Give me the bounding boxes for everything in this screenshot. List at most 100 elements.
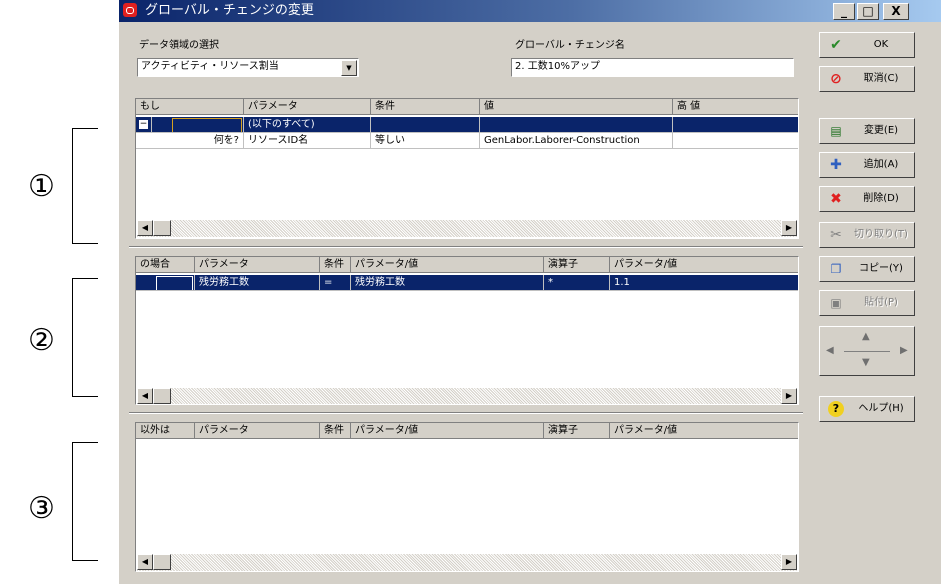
col-header-high-value[interactable]: 高 値 [673, 99, 798, 115]
col-header-if[interactable]: もし [136, 99, 244, 115]
table-cell[interactable]: GenLabor.Laborer-Construction [480, 133, 673, 149]
condition-grid: もし パラメータ 条件 値 高 値 − (以下のすべて) 何を? リソースID名… [135, 98, 799, 239]
scroll-thumb[interactable] [153, 554, 171, 570]
scroll-thumb[interactable] [153, 220, 171, 236]
cancel-button-label: 取消(C) [863, 73, 899, 84]
check-icon: ✔ [830, 37, 842, 53]
minimize-button[interactable]: _ [833, 3, 855, 20]
col-header-operator[interactable]: 演算子 [544, 423, 610, 439]
move-down-icon[interactable]: ▼ [862, 357, 870, 369]
col-header-condition[interactable]: 条件 [320, 423, 351, 439]
col-header-operator[interactable]: 演算子 [544, 257, 610, 273]
table-cell[interactable]: 何を? [152, 133, 244, 149]
scroll-left-icon[interactable]: ◀ [137, 220, 153, 236]
plus-icon: ✚ [830, 157, 842, 173]
col-header-param-value-2[interactable]: パラメータ/値 [610, 423, 798, 439]
data-area-select[interactable]: アクティビティ・リソース割当 ▼ [137, 58, 359, 77]
change-name-label: グローバル・チェンジ名 [515, 40, 625, 51]
annotation-bracket-3 [72, 442, 98, 561]
scissors-icon: ✂ [830, 227, 842, 243]
annotation-2: ② [28, 323, 55, 358]
col-header-parameter[interactable]: パラメータ [195, 423, 320, 439]
table-row-toggle[interactable]: − [136, 117, 152, 133]
ok-button[interactable]: ✔ OK [819, 32, 915, 58]
modify-button[interactable]: ▤ 変更(E) [819, 118, 915, 144]
annotation-bracket-2 [72, 278, 98, 397]
cancel-button[interactable]: ⊘ 取消(C) [819, 66, 915, 92]
move-left-icon[interactable]: ◀ [826, 345, 834, 357]
col-header-condition[interactable]: 条件 [371, 99, 480, 115]
col-header-value[interactable]: 値 [480, 99, 673, 115]
col-header-else[interactable]: 以外は [136, 423, 195, 439]
table-cell[interactable] [371, 117, 480, 133]
horizontal-scrollbar[interactable]: ◀ ▶ [137, 554, 797, 571]
focus-cell-editor[interactable] [156, 276, 193, 290]
copy-button-label: コピー(Y) [859, 263, 903, 274]
col-header-parameter[interactable]: パラメータ [195, 257, 320, 273]
focus-cell-editor[interactable] [172, 118, 242, 132]
col-header-case[interactable]: の場合 [136, 257, 195, 273]
copy-button[interactable]: ❐ コピー(Y) [819, 256, 915, 282]
col-header-param-value[interactable]: パラメータ/値 [351, 257, 544, 273]
x-icon: ✖ [830, 191, 842, 207]
table-cell[interactable]: * [544, 275, 610, 291]
annotation-bracket-1 [72, 128, 98, 244]
table-cell[interactable]: (以下のすべて) [244, 117, 371, 133]
table-cell[interactable] [480, 117, 673, 133]
table-cell[interactable]: 等しい [371, 133, 480, 149]
splitter[interactable] [129, 246, 803, 248]
scroll-right-icon[interactable]: ▶ [781, 554, 797, 570]
collapse-icon[interactable]: − [139, 120, 148, 129]
add-button-label: 追加(A) [863, 159, 899, 170]
app-icon [123, 3, 137, 17]
table-cell[interactable]: 残労務工数 [351, 275, 544, 291]
table-cell[interactable]: 残労務工数 [195, 275, 320, 291]
ok-button-label: OK [873, 39, 889, 50]
col-header-param-value[interactable]: パラメータ/値 [351, 423, 544, 439]
horizontal-scrollbar[interactable]: ◀ ▶ [137, 388, 797, 404]
global-change-dialog: グローバル・チェンジの変更 _ □ X データ領域の選択 アクティビティ・リソー… [118, 0, 941, 584]
scroll-thumb[interactable] [153, 388, 171, 404]
horizontal-scrollbar[interactable]: ◀ ▶ [137, 220, 797, 237]
table-cell [136, 133, 152, 149]
scroll-right-icon[interactable]: ▶ [781, 220, 797, 236]
scroll-left-icon[interactable]: ◀ [137, 554, 153, 570]
data-area-value: アクティビティ・リソース割当 [141, 61, 279, 72]
col-header-param-value-2[interactable]: パラメータ/値 [610, 257, 798, 273]
col-header-parameter[interactable]: パラメータ [244, 99, 371, 115]
cut-button[interactable]: ✂ 切り取り(T) [819, 222, 915, 248]
divider [844, 351, 890, 352]
table-cell[interactable] [136, 275, 195, 291]
table-cell[interactable] [152, 117, 244, 133]
edit-row-icon: ▤ [830, 124, 842, 138]
table-cell[interactable] [673, 133, 798, 149]
splitter[interactable] [129, 412, 803, 414]
table-cell[interactable]: リソースID名 [244, 133, 371, 149]
add-button[interactable]: ✚ 追加(A) [819, 152, 915, 178]
paste-button-label: 貼付(P) [864, 297, 898, 308]
table-cell[interactable]: 1.1 [610, 275, 798, 291]
chevron-down-icon[interactable]: ▼ [341, 60, 357, 76]
title-bar[interactable]: グローバル・チェンジの変更 _ □ X [119, 0, 941, 22]
move-up-icon[interactable]: ▲ [862, 331, 870, 343]
help-icon: ? [828, 401, 844, 417]
delete-button-label: 削除(D) [863, 193, 899, 204]
paste-icon: ▣ [830, 296, 842, 310]
move-control: ◀ ▲ ▼ ▶ [819, 326, 915, 376]
help-button-label: ヘルプ(H) [858, 403, 904, 414]
paste-button[interactable]: ▣ 貼付(P) [819, 290, 915, 316]
move-right-icon[interactable]: ▶ [900, 345, 908, 357]
prohibit-icon: ⊘ [830, 71, 842, 87]
delete-button[interactable]: ✖ 削除(D) [819, 186, 915, 212]
help-button[interactable]: ? ヘルプ(H) [819, 396, 915, 422]
table-cell[interactable]: = [320, 275, 351, 291]
close-button[interactable]: X [883, 3, 909, 20]
action-grid: の場合 パラメータ 条件 パラメータ/値 演算子 パラメータ/値 残労務工数 =… [135, 256, 799, 405]
table-cell[interactable] [673, 117, 798, 133]
window-title: グローバル・チェンジの変更 [145, 3, 314, 18]
maximize-button[interactable]: □ [857, 3, 879, 20]
col-header-condition[interactable]: 条件 [320, 257, 351, 273]
change-name-input[interactable]: 2. 工数10%アップ [511, 58, 794, 77]
scroll-left-icon[interactable]: ◀ [137, 388, 153, 404]
scroll-right-icon[interactable]: ▶ [781, 388, 797, 404]
